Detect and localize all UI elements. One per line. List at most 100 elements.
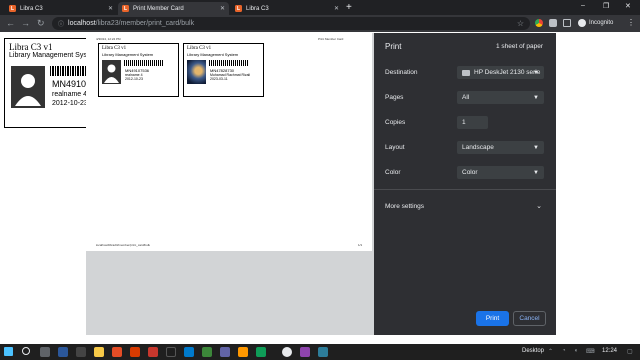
terminal-icon[interactable] [166,347,176,357]
member-photo [187,60,206,84]
cancel-button[interactable]: Cancel [513,311,546,326]
file-explorer-icon[interactable] [94,347,104,357]
preview-footer-right: 1/1 [358,243,363,247]
chrome-icon[interactable] [282,347,292,357]
language-icon[interactable]: ⌨ [586,348,595,355]
bookmark-star-icon[interactable]: ☆ [517,19,524,28]
barcode [124,60,164,66]
member-card: Libra C3 v1 Library Management System MN… [4,38,101,128]
clock[interactable]: 12:24 [602,348,617,354]
desktop-label[interactable]: Desktop [522,348,544,354]
browser-menu-icon[interactable]: ⋮ [627,18,635,27]
member-date: 2012-10-23 [52,100,88,107]
network-icon[interactable]: ◔ [562,348,566,354]
copies-label: Copies [385,119,406,126]
preview-member-card: Libra C3 v1 Library Management System MN… [98,43,179,97]
color-select[interactable]: Color ▼ [457,166,544,179]
app-icon[interactable] [76,347,86,357]
member-date: 2023-03-11 [210,77,228,81]
app-icon[interactable] [130,347,140,357]
chevron-down-icon: ▼ [533,94,539,101]
print-title: Print [385,42,402,51]
preview-sheet: 4/30/24, 12:24 PM Print Member Card Libr… [86,33,372,251]
back-icon[interactable]: ← [6,18,15,28]
libra-favicon-icon: L [9,5,16,12]
address-bar[interactable]: ⓘ localhost /libra23/member/print_card/b… [52,17,530,30]
avatar [102,60,121,84]
close-tab-icon[interactable]: ✕ [108,5,113,12]
maximize-button[interactable]: ❐ [603,2,609,10]
member-name: realname 4 [52,91,88,98]
destination-label: Destination [385,69,418,76]
start-icon[interactable] [4,347,13,356]
tab-title: Print Member Card [133,5,184,12]
tab-title: Libra C3 [246,5,269,12]
divider [374,189,556,190]
pages-select[interactable]: All ▼ [457,91,544,104]
avatar [11,66,45,108]
more-settings-toggle[interactable]: More settings [385,203,424,210]
task-view-icon[interactable] [40,347,50,357]
vscode-icon[interactable] [184,347,194,357]
app-icon[interactable] [202,347,212,357]
printer-icon [462,69,470,76]
tab-libra-c3-1[interactable]: L Libra C3 ✕ [5,2,117,15]
app-icon[interactable] [148,347,158,357]
forward-icon[interactable]: → [21,18,30,28]
close-tab-icon[interactable]: ✕ [334,5,339,12]
destination-select[interactable]: HP DeskJet 2130 serie ▼ [457,66,544,79]
card-title: Libra C3 v1 [187,46,212,51]
address-path: /libra23/member/print_card/bulk [95,20,195,27]
card-subtitle: Library Management System [187,52,239,57]
card-subtitle: Library Management System [102,52,154,57]
browser-toolbar: ← → ↻ ⓘ localhost /libra23/member/print_… [0,15,640,32]
destination-value: HP DeskJet 2130 serie [474,69,541,76]
extensions-puzzle-icon[interactable] [549,19,557,27]
search-icon[interactable] [22,347,30,355]
side-panel-icon[interactable] [563,19,571,27]
app-icon[interactable] [256,347,266,357]
chevron-down-icon: ▼ [533,69,539,76]
preview-member-card: Libra C3 v1 Library Management System MN… [183,43,264,97]
reload-icon[interactable]: ↻ [37,18,45,29]
color-value: Color [462,169,478,176]
new-tab-button[interactable]: + [346,2,352,13]
chevron-down-icon: ▼ [533,169,539,176]
info-icon[interactable]: ⓘ [58,19,64,28]
address-host: localhost [68,20,96,27]
copies-value: 1 [462,119,466,126]
layout-value: Landscape [462,144,494,151]
color-label: Color [385,169,401,176]
app-icon[interactable] [238,347,248,357]
layout-select[interactable]: Landscape ▼ [457,141,544,154]
app-icon[interactable] [112,347,122,357]
card-title: Libra C3 v1 [102,46,127,51]
chevron-down-icon[interactable]: ⌄ [536,202,542,210]
preview-header-left: 4/30/24, 12:24 PM [96,37,121,41]
windows-taskbar: Desktop ⌃ ◔ ◖ ⌨ 12:24 ▢ [0,344,640,360]
libra-favicon-icon: L [235,5,242,12]
app-icon[interactable] [318,347,328,357]
print-button[interactable]: Print [476,311,509,326]
print-preview: 4/30/24, 12:24 PM Print Member Card Libr… [86,33,374,335]
app-icon[interactable] [300,347,310,357]
tab-libra-c3-2[interactable]: L Libra C3 ✕ [231,2,343,15]
incognito-badge[interactable]: Incognito [578,19,613,27]
sheet-count: 1 sheet of paper [496,43,543,50]
close-window-button[interactable]: ✕ [625,2,631,10]
extension-color-icon[interactable] [535,19,543,27]
chevron-up-icon[interactable]: ⌃ [548,348,553,355]
tab-print-member-card[interactable]: L Print Member Card ✕ [118,2,229,15]
preview-header-right: Print Member Card [318,37,344,41]
tab-strip: L Libra C3 ✕ L Print Member Card ✕ L Lib… [0,0,640,15]
pages-label: Pages [385,94,404,101]
notification-icon[interactable]: ▢ [627,348,633,355]
card-title: Libra C3 v1 [9,42,53,52]
app-icon[interactable] [58,347,68,357]
volume-icon[interactable]: ◖ [574,348,578,354]
barcode [209,60,249,66]
close-tab-icon[interactable]: ✕ [220,5,225,12]
app-icon[interactable] [220,347,230,357]
copies-input[interactable]: 1 [457,116,488,129]
minimize-button[interactable]: – [581,2,585,9]
